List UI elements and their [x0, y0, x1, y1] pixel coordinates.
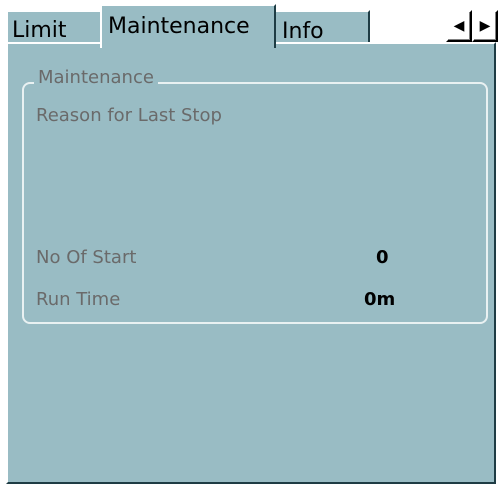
reason-for-last-stop-label: Reason for Last Stop: [36, 105, 222, 126]
tab-info-label: Info: [282, 19, 324, 44]
tab-maintenance-label: Maintenance: [108, 14, 250, 39]
run-time-value: 0m: [364, 289, 396, 310]
tab-scroll-right-button[interactable]: ▶: [472, 10, 498, 42]
arrow-right-icon: ▶: [479, 18, 491, 34]
no-of-start-label: No Of Start: [36, 247, 137, 268]
maintenance-panel: Maintenance Reason for Last Stop No Of S…: [6, 42, 496, 484]
maintenance-window: Limit Info Maintenance ◀ ▶ Maintenance R…: [0, 0, 500, 492]
groupbox-title: Maintenance: [34, 66, 158, 90]
tab-limit[interactable]: Limit: [6, 10, 102, 44]
no-of-start-value: 0: [376, 247, 389, 268]
tab-maintenance[interactable]: Maintenance: [100, 4, 276, 48]
arrow-left-icon: ◀: [453, 18, 465, 34]
tab-info[interactable]: Info: [274, 10, 370, 44]
tab-scroll-left-button[interactable]: ◀: [446, 10, 472, 42]
tab-limit-label: Limit: [12, 18, 67, 43]
run-time-label: Run Time: [36, 289, 121, 310]
